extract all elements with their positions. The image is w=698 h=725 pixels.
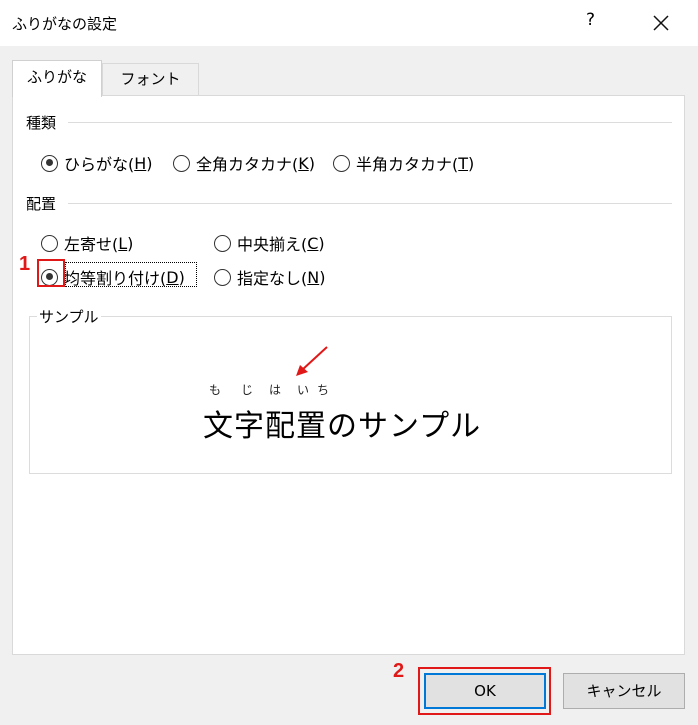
arrow-annotation-icon <box>296 346 328 376</box>
window-title: ふりがなの設定 <box>12 15 118 33</box>
type-group-title: 種類 <box>26 114 57 132</box>
radio-circle <box>214 234 231 252</box>
radio-align-center[interactable]: 中央揃え(C) <box>214 231 325 255</box>
type-group-divider <box>68 122 672 123</box>
annotation-highlight-radio <box>37 259 65 287</box>
sample-group-title: サンプル <box>37 306 101 327</box>
help-button[interactable]: ? <box>586 10 595 30</box>
furigana-char: じ <box>241 383 254 397</box>
cancel-button[interactable]: キャンセル <box>563 673 685 709</box>
radio-align-left[interactable]: 左寄せ(L) <box>41 231 133 255</box>
radio-hiragana[interactable]: ひらがな(H) <box>41 151 153 175</box>
radio-hankaku-katakana[interactable]: 半角カタカナ(T) <box>333 151 474 175</box>
furigana-char: も <box>209 383 222 397</box>
sample-text: 文字配置のサンプル <box>203 409 482 444</box>
title-bar: ふりがなの設定 ? <box>0 0 698 46</box>
radio-circle <box>41 234 58 252</box>
radio-circle <box>214 268 231 286</box>
tab-furigana[interactable]: ふりがな <box>12 60 102 97</box>
close-button[interactable] <box>640 6 680 40</box>
align-group-divider <box>68 203 672 204</box>
annotation-number-1: 1 <box>19 253 31 275</box>
tab-font[interactable]: フォント <box>102 63 199 96</box>
annotation-number-2: 2 <box>393 660 405 682</box>
focus-indicator <box>65 262 197 287</box>
radio-circle <box>173 154 190 172</box>
furigana-char: い <box>297 383 310 397</box>
furigana-char: は <box>269 383 282 397</box>
radio-zenkaku-katakana[interactable]: 全角カタカナ(K) <box>173 151 315 175</box>
radio-circle <box>333 154 350 172</box>
radio-align-none[interactable]: 指定なし(N) <box>214 265 325 289</box>
radio-circle <box>41 154 58 172</box>
align-group-title: 配置 <box>26 195 57 213</box>
furigana-char: ち <box>317 383 330 397</box>
close-icon <box>653 15 669 31</box>
annotation-highlight-ok <box>418 667 551 715</box>
sample-box <box>29 316 672 474</box>
tab-panel: 種類 ひらがな(H) 全角カタカナ(K) 半角カタカナ(T) 配置 左寄せ(L)… <box>12 95 685 655</box>
